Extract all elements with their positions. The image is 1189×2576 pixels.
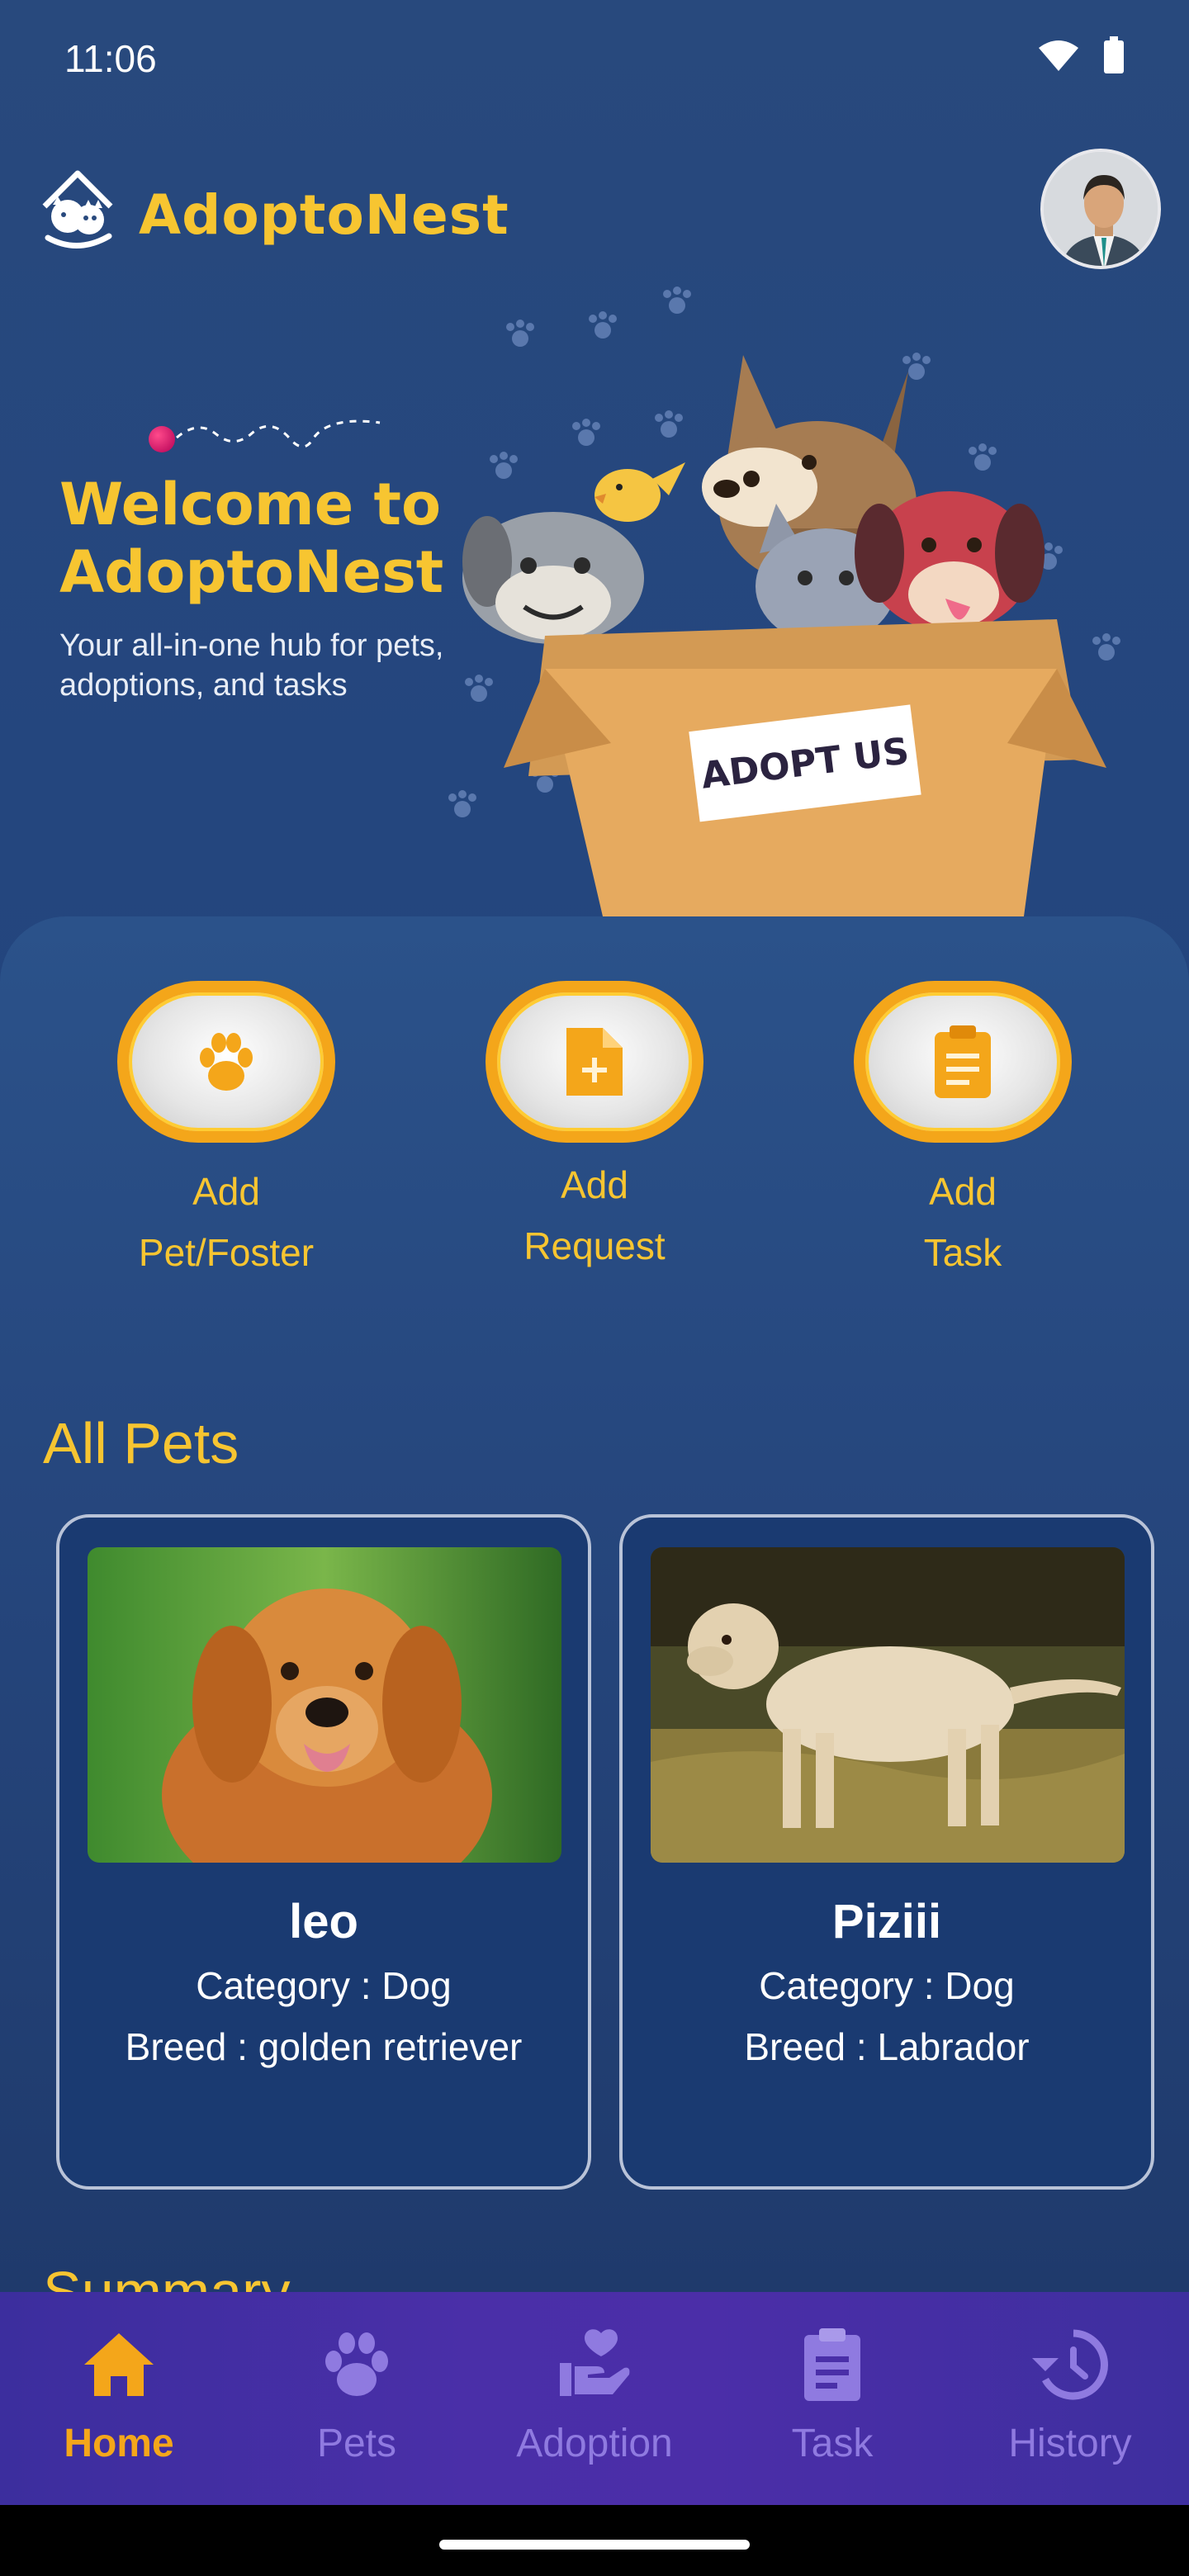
add-pet-foster-label-line2: Pet/Foster	[138, 1231, 315, 1274]
history-icon	[1032, 2329, 1108, 2400]
hand-heart-icon	[560, 2329, 630, 2396]
nav-adoption[interactable]: Adoption	[476, 2292, 713, 2505]
add-request-label: Add Request	[471, 1154, 718, 1276]
hero-illustration: ADOPT US	[448, 286, 1120, 916]
status-time: 11:06	[64, 37, 157, 80]
nav-pets-label: Pets	[316, 2422, 397, 2465]
add-task-button[interactable]	[854, 981, 1072, 1143]
wifi-icon	[1039, 40, 1078, 71]
add-pet-foster-button[interactable]	[117, 981, 335, 1143]
nav-pets[interactable]: Pets	[238, 2292, 476, 2505]
pet-breed: Breed : golden retriever	[125, 2025, 523, 2068]
hero-title-line2: AdoptoNest	[59, 538, 444, 606]
pet-breed: Breed : Labrador	[744, 2025, 1030, 2068]
pet-name: leo	[289, 1895, 358, 1949]
hero-title-line1: Welcome to	[59, 471, 442, 538]
add-pet-foster-label: Add Pet/Foster	[102, 1161, 350, 1283]
all-pets-title: All Pets	[43, 1411, 239, 1475]
status-icons	[1037, 36, 1125, 74]
nav-home-label: Home	[64, 2422, 174, 2465]
user-avatar-icon	[1044, 152, 1158, 266]
add-request-label-line2: Request	[523, 1224, 666, 1267]
pet-name: Piziii	[831, 1895, 942, 1949]
add-task-label: Add Task	[839, 1161, 1087, 1283]
home-gesture-bar[interactable]	[439, 2540, 750, 2550]
add-request-label-line1: Add	[561, 1163, 628, 1206]
battery-icon	[1104, 36, 1124, 73]
bottom-navigation: Home Pets Adoption Task History	[0, 2292, 1189, 2505]
hero-title: Welcome to AdoptoNest	[59, 471, 443, 606]
add-request-action[interactable]: Add Request	[471, 981, 718, 1276]
add-task-label-line1: Add	[929, 1170, 997, 1213]
clipboard-list-icon	[804, 2328, 860, 2401]
nav-task[interactable]: Task	[713, 2292, 951, 2505]
add-task-action[interactable]: Add Task	[839, 981, 1087, 1283]
paw-icon	[325, 2332, 388, 2396]
status-bar: 11:06	[0, 0, 1189, 116]
avatar[interactable]	[1040, 149, 1161, 269]
pet-category: Category : Dog	[759, 1964, 1015, 2007]
hero-ball	[149, 426, 175, 452]
brand-title: AdoptoNest	[139, 183, 509, 247]
nav-history-label: History	[1008, 2422, 1132, 2465]
nav-task-label: Task	[791, 2422, 874, 2465]
pet-category: Category : Dog	[196, 1964, 452, 2007]
add-task-label-line2: Task	[923, 1231, 1002, 1274]
file-plus-icon	[566, 1028, 623, 1096]
pet-card-leo[interactable]: leo Category : Dog Breed : golden retrie…	[56, 1514, 591, 2190]
home-icon	[84, 2333, 154, 2396]
pet-photo-leo	[88, 1547, 561, 1863]
pet-photo-piziii	[651, 1547, 1125, 1863]
clipboard-icon	[935, 1025, 991, 1098]
add-pet-foster-action[interactable]: Add Pet/Foster	[102, 981, 350, 1283]
hero-dashed-path	[176, 419, 381, 448]
nav-adoption-label: Adoption	[516, 2422, 673, 2465]
pet-card-piziii[interactable]: Piziii Category : Dog Breed : Labrador	[619, 1514, 1154, 2190]
add-request-button[interactable]	[486, 981, 703, 1143]
add-pet-foster-label-line1: Add	[192, 1170, 260, 1213]
nav-history[interactable]: History	[951, 2292, 1189, 2505]
paw-icon	[200, 1033, 253, 1091]
logo-icon	[42, 170, 113, 249]
nav-home[interactable]: Home	[0, 2292, 238, 2505]
